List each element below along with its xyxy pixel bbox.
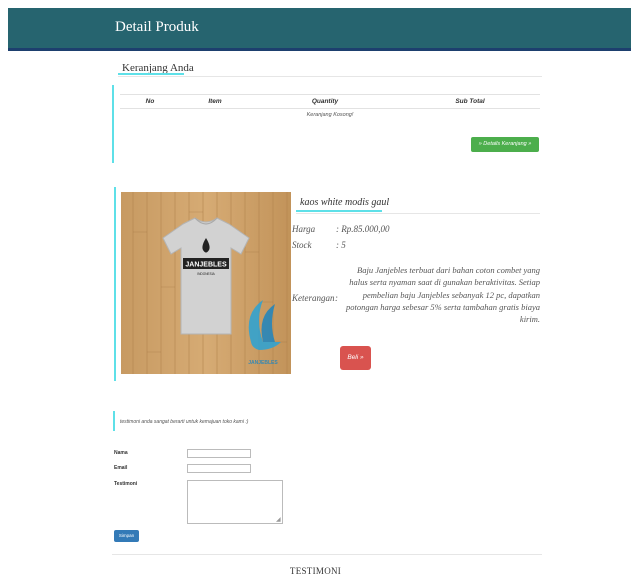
testimoni-section-title: TESTIMONI (289, 566, 342, 576)
product-name: kaos white modis gaul (300, 197, 390, 208)
cart-title-underline (118, 73, 184, 75)
shirt-brand-text: JANJEBLES (185, 262, 227, 269)
cart-table: No Item Quantity Sub Total Keranjang Kos… (120, 94, 540, 121)
testimonial-accent-bar (113, 411, 115, 431)
cart-table-header-row: No Item Quantity Sub Total (120, 94, 540, 109)
product-image: JANJEBLES INDONESIA JANJEBLES (121, 192, 291, 374)
buy-button[interactable]: Beli » (340, 346, 371, 370)
footer-divider (112, 554, 542, 555)
stock-label: Stock (292, 240, 312, 250)
product-name-divider (296, 213, 540, 214)
price-label: Harga (292, 224, 316, 234)
email-label: Email (114, 465, 128, 471)
description-label: Keterangan (292, 293, 335, 303)
stock-value: : 5 (336, 240, 346, 250)
email-input[interactable] (187, 464, 251, 473)
textarea-resize-handle-icon[interactable]: ◢ (276, 517, 281, 523)
cart-col-quantity: Quantity (250, 94, 400, 109)
product-description: Baju Janjebles terbuat dari bahan coton … (345, 265, 540, 325)
product-name-underline (296, 210, 382, 212)
testimoni-textarea[interactable] (187, 480, 283, 524)
name-input[interactable] (187, 449, 251, 458)
price-value: : Rp.85.000,00 (336, 224, 390, 234)
shirt-sub-text: INDONESIA (197, 272, 215, 276)
page-title: Detail Produk (115, 19, 199, 35)
cart-accent-bar (112, 85, 114, 163)
save-testimonial-button[interactable]: Simpan (114, 530, 139, 542)
name-label: Nama (114, 450, 128, 456)
cart-col-item: Item (180, 94, 250, 109)
details-cart-button[interactable]: » Details Keranjang » (471, 137, 539, 152)
cart-title-divider (118, 76, 542, 77)
testimoni-label: Testimoni (114, 481, 138, 487)
page-header: Detail Produk (8, 8, 631, 51)
cart-col-no: No (120, 94, 180, 109)
watermark-text: JANJEBLES (248, 360, 278, 366)
cart-empty-text: Keranjang Kosong! (306, 112, 354, 118)
product-accent-bar (114, 187, 116, 381)
description-separator: : (335, 293, 338, 303)
cart-col-subtotal: Sub Total (400, 94, 540, 109)
table-row: Keranjang Kosong! (120, 109, 540, 122)
testimonial-note: testimoni anda sangat berarti untuk kema… (120, 419, 249, 425)
